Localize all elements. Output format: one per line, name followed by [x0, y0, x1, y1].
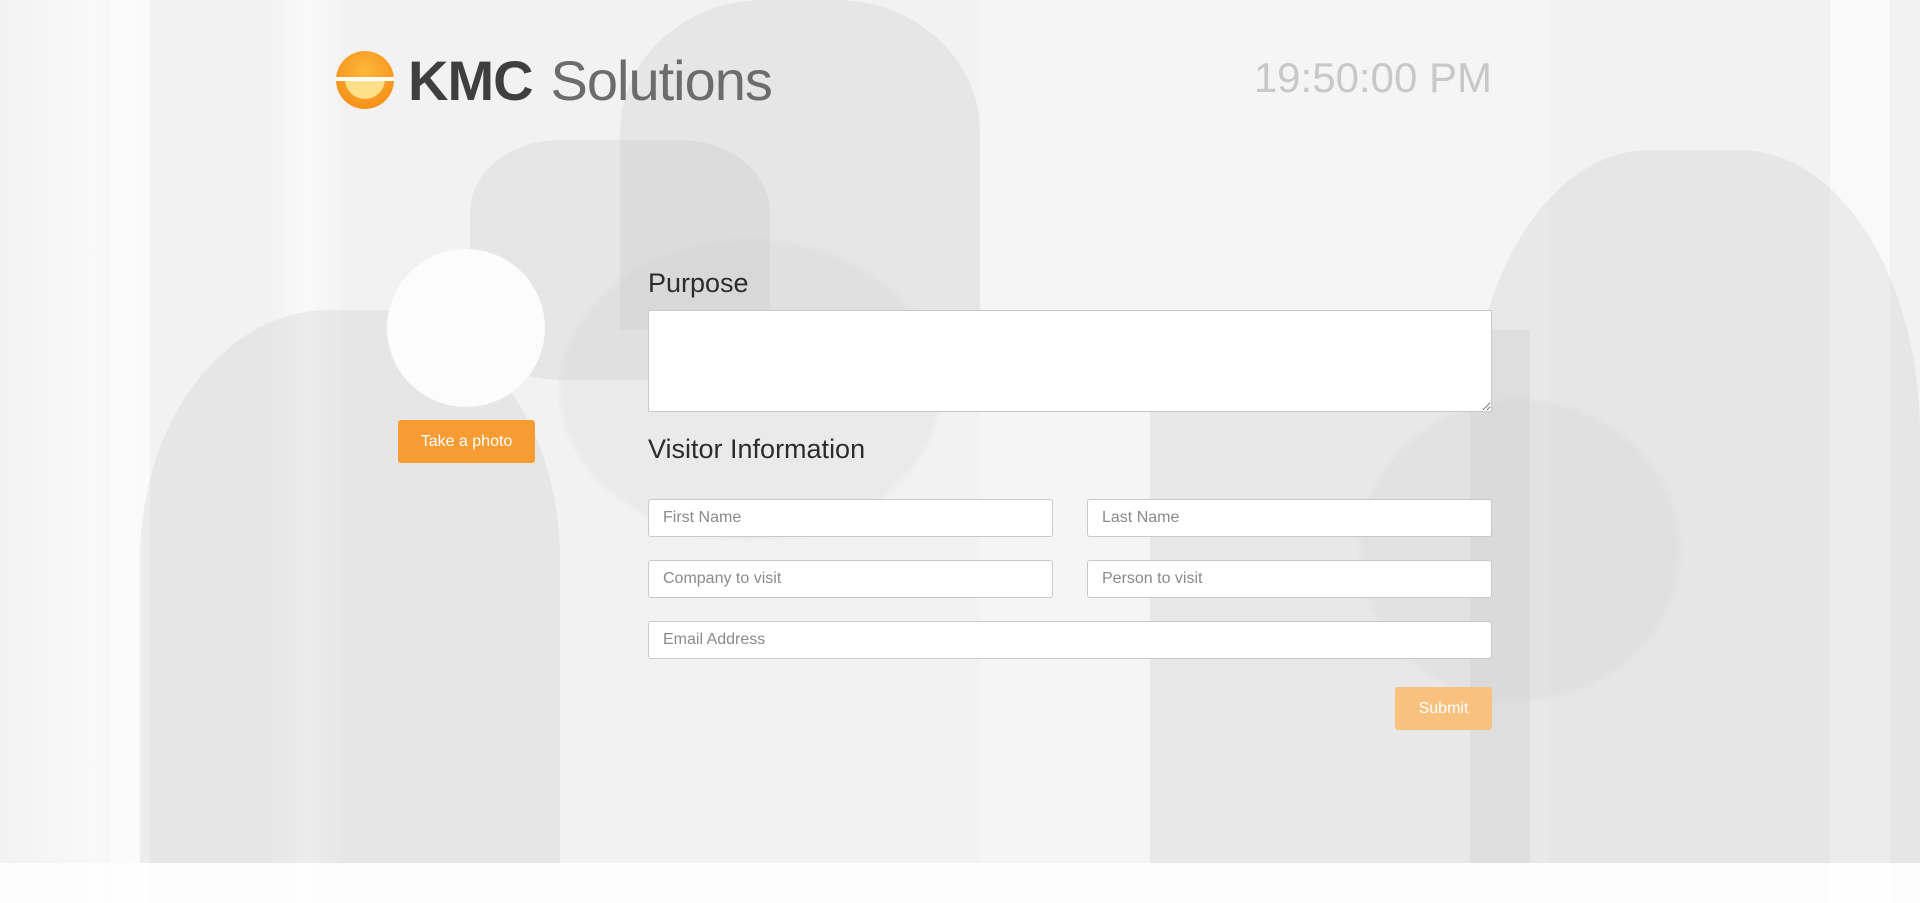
logo-icon [336, 51, 394, 109]
purpose-textarea[interactable] [648, 310, 1492, 412]
photo-preview [387, 249, 545, 407]
email-field[interactable] [648, 621, 1492, 659]
visitor-info-heading: Visitor Information [648, 434, 866, 464]
clock: 19:50:00 PM [1253, 54, 1492, 101]
take-photo-button[interactable]: Take a photo [398, 420, 535, 463]
background-photo [0, 0, 1920, 903]
logo: KMC Solutions [336, 48, 773, 112]
submit-button[interactable]: Submit [1395, 687, 1492, 730]
company-to-visit-field[interactable] [648, 560, 1053, 598]
person-to-visit-field[interactable] [1087, 560, 1492, 598]
brand-suffix: Solutions [550, 48, 773, 112]
first-name-field[interactable] [648, 499, 1053, 537]
last-name-field[interactable] [1087, 499, 1492, 537]
purpose-heading: Purpose [648, 268, 749, 298]
brand-name: KMC [408, 48, 534, 112]
